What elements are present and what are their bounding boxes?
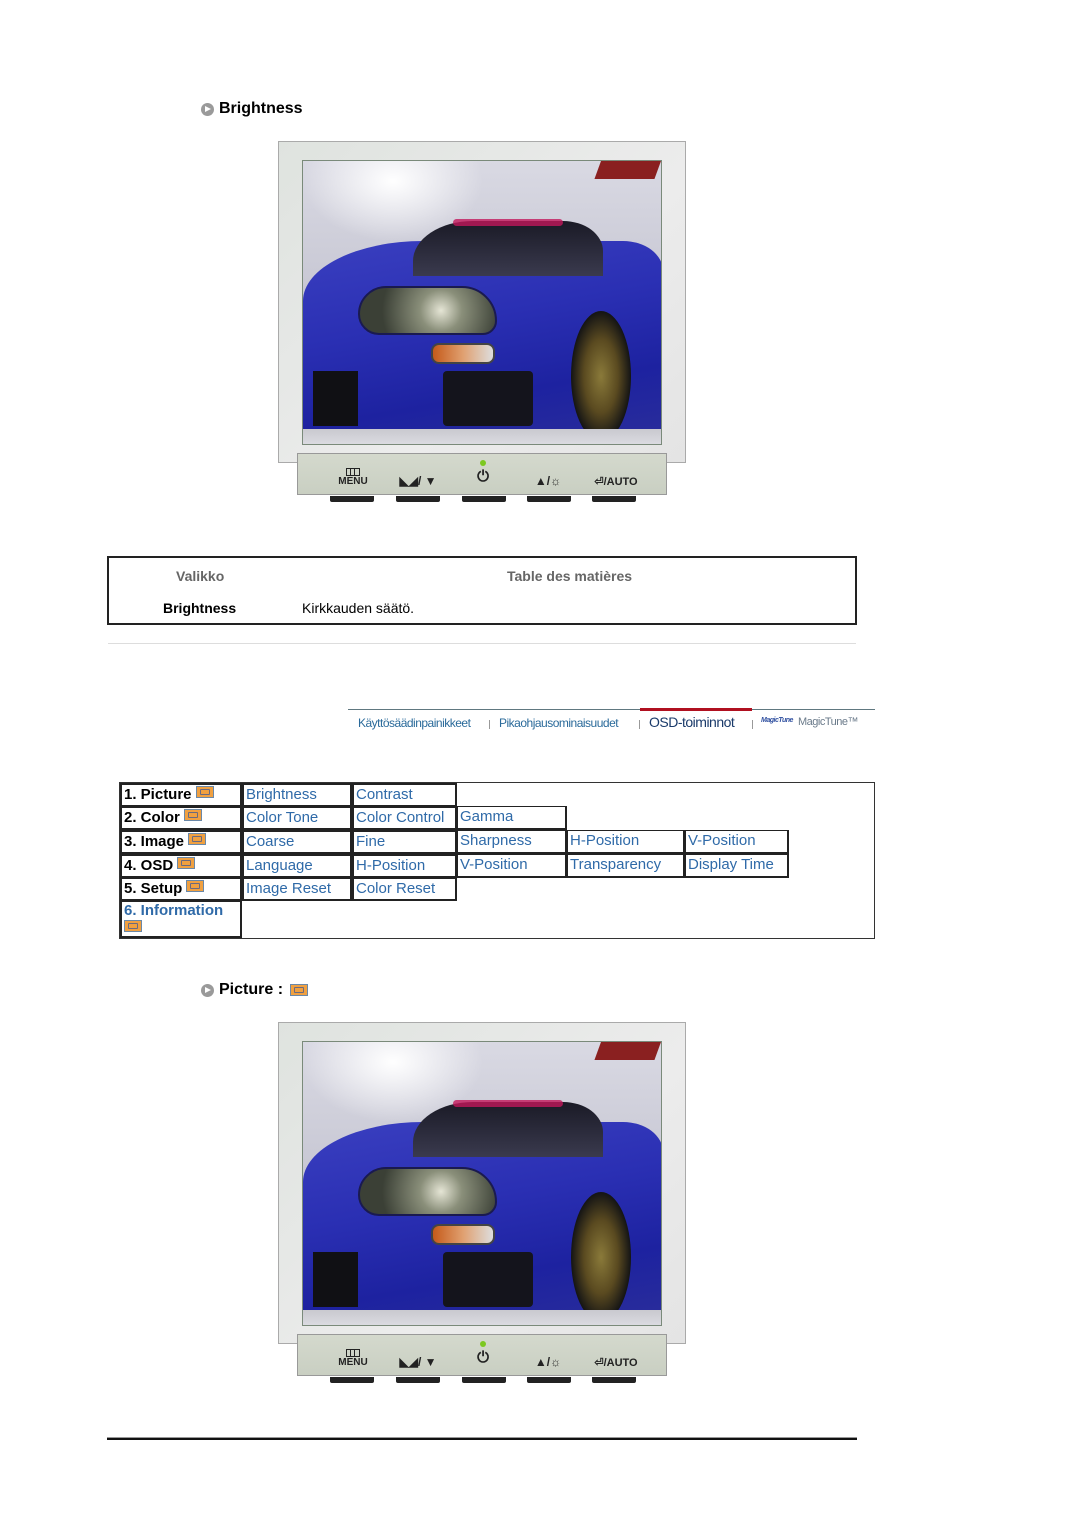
osd-category-5: 5. Setup: [120, 877, 242, 901]
osd-category-2: 2. Color: [120, 806, 242, 830]
magicbright-down-button[interactable]: ◣◢/ ▼: [396, 1355, 440, 1369]
brightness-icon: ▲/☼: [534, 474, 562, 488]
section-title-picture: Picture :: [201, 981, 309, 999]
divider: [108, 643, 856, 644]
menu-button[interactable]: MENU: [336, 468, 370, 487]
header-contents: Table des matières: [507, 568, 633, 584]
enter-icon: ⏎: [594, 476, 604, 488]
arrow-circle-icon: [201, 102, 214, 116]
osd-item-link[interactable]: V-Position: [457, 854, 567, 878]
nav-active-indicator: [640, 708, 752, 711]
magicbright-icon: ◣◢: [399, 474, 418, 488]
osd-category-3: 3. Image: [120, 830, 242, 854]
brightness-icon: ▲/☼: [534, 1355, 562, 1369]
monitor-illustration: [278, 1022, 686, 1344]
osd-category-label: 5. Setup: [124, 880, 183, 897]
color-icon: [183, 809, 202, 821]
osd-item-link[interactable]: Display Time: [685, 854, 789, 878]
osd-item-link[interactable]: V-Position: [685, 830, 789, 854]
menu-icon: [346, 1349, 360, 1357]
osd-item-link[interactable]: Color Control: [352, 806, 457, 830]
enter-icon: ⏎: [594, 1357, 604, 1369]
osd-item-link[interactable]: Color Reset: [352, 877, 457, 901]
monitor-screen-image: [302, 1041, 662, 1326]
power-led-icon: [480, 1341, 486, 1347]
picture-icon: [195, 786, 214, 798]
monitor-screen-image: [302, 160, 662, 445]
monitor-illustration: [278, 141, 686, 463]
magictune-logo-icon: MagicTune: [761, 717, 793, 724]
up-brightness-button[interactable]: ▲/☼: [528, 1355, 568, 1369]
section-title-text: Brightness: [219, 100, 303, 117]
header-menu: Valikko: [176, 568, 225, 584]
picture-icon: [290, 984, 309, 996]
bottom-divider: [107, 1437, 857, 1440]
menu-button[interactable]: MENU: [336, 1349, 370, 1368]
osd-category-label: 4. OSD: [124, 857, 174, 874]
osd-item-link[interactable]: Transparency: [567, 854, 685, 878]
nav-item-magictune[interactable]: MagicTune™: [798, 716, 859, 728]
monitor-control-panel: MENU ◣◢/ ▼ ⏻ ▲/☼ ⏎/AUTO: [297, 453, 667, 502]
nav-item-controls[interactable]: Käyttösäädinpainikkeet: [358, 716, 471, 730]
enter-auto-button[interactable]: ⏎/AUTO: [586, 476, 646, 488]
image-icon: [188, 833, 207, 845]
osd-item-link[interactable]: Gamma: [457, 806, 567, 830]
osd-category-4: 4. OSD: [120, 854, 242, 878]
osd-category-6[interactable]: 6. Information: [120, 900, 242, 938]
osd-category-label: 2. Color: [124, 809, 180, 826]
nav-item-quick-features[interactable]: Pikaohjausominaisuudet: [499, 716, 619, 730]
row-label: Brightness: [163, 600, 237, 616]
osd-item-link[interactable]: Sharpness: [457, 830, 567, 854]
osd-category-label: 3. Image: [124, 833, 185, 850]
magicbright-icon: ◣◢: [399, 1355, 418, 1369]
description-table: Valikko Table des matières Brightness Ki…: [107, 556, 857, 625]
power-led-icon: [480, 460, 486, 466]
section-nav: Käyttösäädinpainikkeet Pikaohjausominais…: [348, 708, 875, 740]
power-button[interactable]: ⏻: [472, 1350, 494, 1365]
arrow-circle-icon: [201, 983, 214, 997]
osd-item-link[interactable]: Contrast: [352, 783, 457, 807]
power-button[interactable]: ⏻: [472, 469, 494, 484]
row-description: Kirkkauden säätö.: [302, 600, 415, 616]
nav-item-osd[interactable]: OSD-toiminnot: [649, 714, 735, 730]
monitor-control-panel: MENU ◣◢/ ▼ ⏻ ▲/☼ ⏎/AUTO: [297, 1334, 667, 1383]
osd-category-1: 1. Picture: [120, 783, 242, 807]
enter-auto-button[interactable]: ⏎/AUTO: [586, 1357, 646, 1369]
osd-category-label: 1. Picture: [124, 786, 192, 803]
power-icon: ⏻: [477, 1349, 489, 1366]
osd-item-link[interactable]: Language: [242, 854, 352, 878]
power-icon: ⏻: [477, 468, 489, 485]
section-title-brightness: Brightness: [201, 100, 303, 118]
osd-item-link[interactable]: Image Reset: [242, 877, 352, 901]
setup-icon: [186, 880, 205, 892]
osd-icon: [177, 857, 196, 869]
magicbright-down-button[interactable]: ◣◢/ ▼: [396, 474, 440, 488]
osd-item-link[interactable]: Fine: [352, 830, 457, 854]
osd-item-link[interactable]: Color Tone: [242, 806, 352, 830]
osd-item-link[interactable]: H-Position: [567, 830, 685, 854]
menu-icon: [346, 468, 360, 476]
osd-item-link[interactable]: Coarse: [242, 830, 352, 854]
osd-category-label: 6. Information: [124, 902, 224, 919]
section-title-text: Picture :: [219, 981, 284, 998]
osd-item-link[interactable]: Brightness: [242, 783, 352, 807]
up-brightness-button[interactable]: ▲/☼: [528, 474, 568, 488]
osd-item-link[interactable]: H-Position: [352, 854, 457, 878]
information-icon: [124, 920, 142, 932]
